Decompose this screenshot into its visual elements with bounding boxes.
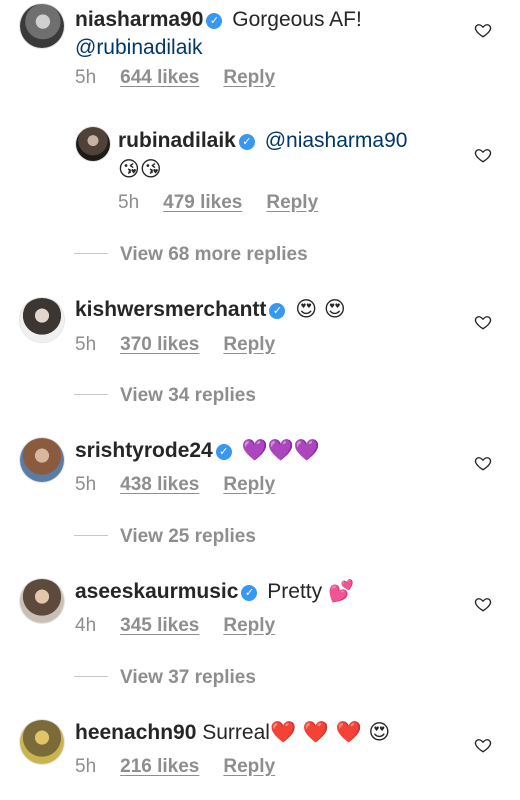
username[interactable]: heenachn90 <box>75 721 196 744</box>
likes-link[interactable]: 438 likes <box>120 474 199 495</box>
divider <box>74 394 108 395</box>
comment-mention-line: @rubinadilaik <box>75 34 203 62</box>
verified-badge-icon: ✓ <box>206 13 223 29</box>
timestamp: 5h <box>75 756 97 777</box>
reply-button[interactable]: Reply <box>223 474 275 495</box>
view-more-label: View 37 replies <box>120 667 256 688</box>
comment-body: kishwersmerchantt ✓ 😍 😍 <box>75 295 346 324</box>
verified-badge-icon: ✓ <box>269 303 286 319</box>
reply-button[interactable]: Reply <box>223 67 275 88</box>
comment-meta: 4h 345 likes Reply <box>75 614 299 638</box>
avatar[interactable] <box>20 579 64 623</box>
heart-outline-icon[interactable] <box>474 146 492 164</box>
comment-meta: 5h 479 likes Reply <box>118 191 342 215</box>
heart-outline-icon[interactable] <box>474 454 492 472</box>
comment-body: rubinadilaik ✓ @niasharma90 <box>118 127 407 155</box>
avatar[interactable] <box>20 720 64 764</box>
verified-badge-icon: ✓ <box>215 444 232 460</box>
emoji-text: 😍 😍 <box>295 297 346 321</box>
avatar[interactable] <box>20 298 64 342</box>
avatar[interactable] <box>20 438 64 482</box>
view-replies[interactable]: View 25 replies <box>74 525 256 549</box>
reply-button[interactable]: Reply <box>223 756 275 777</box>
timestamp: 5h <box>118 192 140 213</box>
divider <box>74 676 108 677</box>
emoji-text: ❤️ ❤️ ❤️ 😍 <box>269 720 391 744</box>
heart-outline-icon[interactable] <box>474 595 492 613</box>
comment-body: aseeskaurmusic ✓ Pretty 💕 <box>75 577 354 606</box>
username[interactable]: aseeskaurmusic <box>75 580 238 603</box>
mention-link[interactable]: @rubinadilaik <box>75 36 203 59</box>
likes-link[interactable]: 479 likes <box>163 192 242 213</box>
timestamp: 4h <box>75 615 97 636</box>
divider <box>74 535 108 536</box>
username[interactable]: rubinadilaik <box>118 129 236 152</box>
reply-button[interactable]: Reply <box>223 615 275 636</box>
reply-button[interactable]: Reply <box>266 192 318 213</box>
reply-button[interactable]: Reply <box>223 334 275 355</box>
comment-text: Surreal <box>202 721 270 744</box>
comment-emojis: 😘😘 <box>118 155 162 184</box>
view-replies[interactable]: View 34 replies <box>74 384 256 408</box>
timestamp: 5h <box>75 474 97 495</box>
comment-meta: 5h 370 likes Reply <box>75 333 299 357</box>
timestamp: 5h <box>75 67 97 88</box>
view-more-replies[interactable]: View 68 more replies <box>74 243 308 267</box>
likes-link[interactable]: 370 likes <box>120 334 199 355</box>
avatar[interactable] <box>20 4 64 48</box>
verified-badge-icon: ✓ <box>238 134 255 150</box>
heart-outline-icon[interactable] <box>474 313 492 331</box>
verified-badge-icon: ✓ <box>241 585 258 601</box>
comment-body: heenachn90 Surreal❤️ ❤️ ❤️ 😍 <box>75 718 390 747</box>
view-more-label: View 34 replies <box>120 385 256 406</box>
username[interactable]: niasharma90 <box>75 8 203 31</box>
emoji-text: 💕 <box>328 579 355 603</box>
username[interactable]: srishtyrode24 <box>75 439 213 462</box>
emoji-text: 💜💜💜 <box>241 438 321 462</box>
mention-link[interactable]: @niasharma90 <box>265 129 408 152</box>
username[interactable]: kishwersmerchantt <box>75 298 266 321</box>
view-more-label: View 68 more replies <box>120 244 308 265</box>
emoji-text: 😘😘 <box>118 157 162 181</box>
likes-link[interactable]: 216 likes <box>120 756 199 777</box>
view-replies[interactable]: View 37 replies <box>74 666 256 690</box>
comment-body: niasharma90 ✓ Gorgeous AF! <box>75 6 362 34</box>
divider <box>74 253 108 254</box>
avatar[interactable] <box>76 127 110 161</box>
comment-meta: 5h 644 likes Reply <box>75 66 299 90</box>
comment-body: srishtyrode24 ✓ 💜💜💜 <box>75 436 320 465</box>
heart-outline-icon[interactable] <box>474 736 492 754</box>
comment-text: Pretty <box>267 580 323 603</box>
likes-link[interactable]: 644 likes <box>120 67 199 88</box>
comment-text: Gorgeous AF! <box>232 8 362 31</box>
view-more-label: View 25 replies <box>120 526 256 547</box>
comment-meta: 5h 216 likes Reply <box>75 755 299 779</box>
likes-link[interactable]: 345 likes <box>120 615 199 636</box>
comment-meta: 5h 438 likes Reply <box>75 473 299 497</box>
heart-outline-icon[interactable] <box>474 21 492 39</box>
timestamp: 5h <box>75 334 97 355</box>
